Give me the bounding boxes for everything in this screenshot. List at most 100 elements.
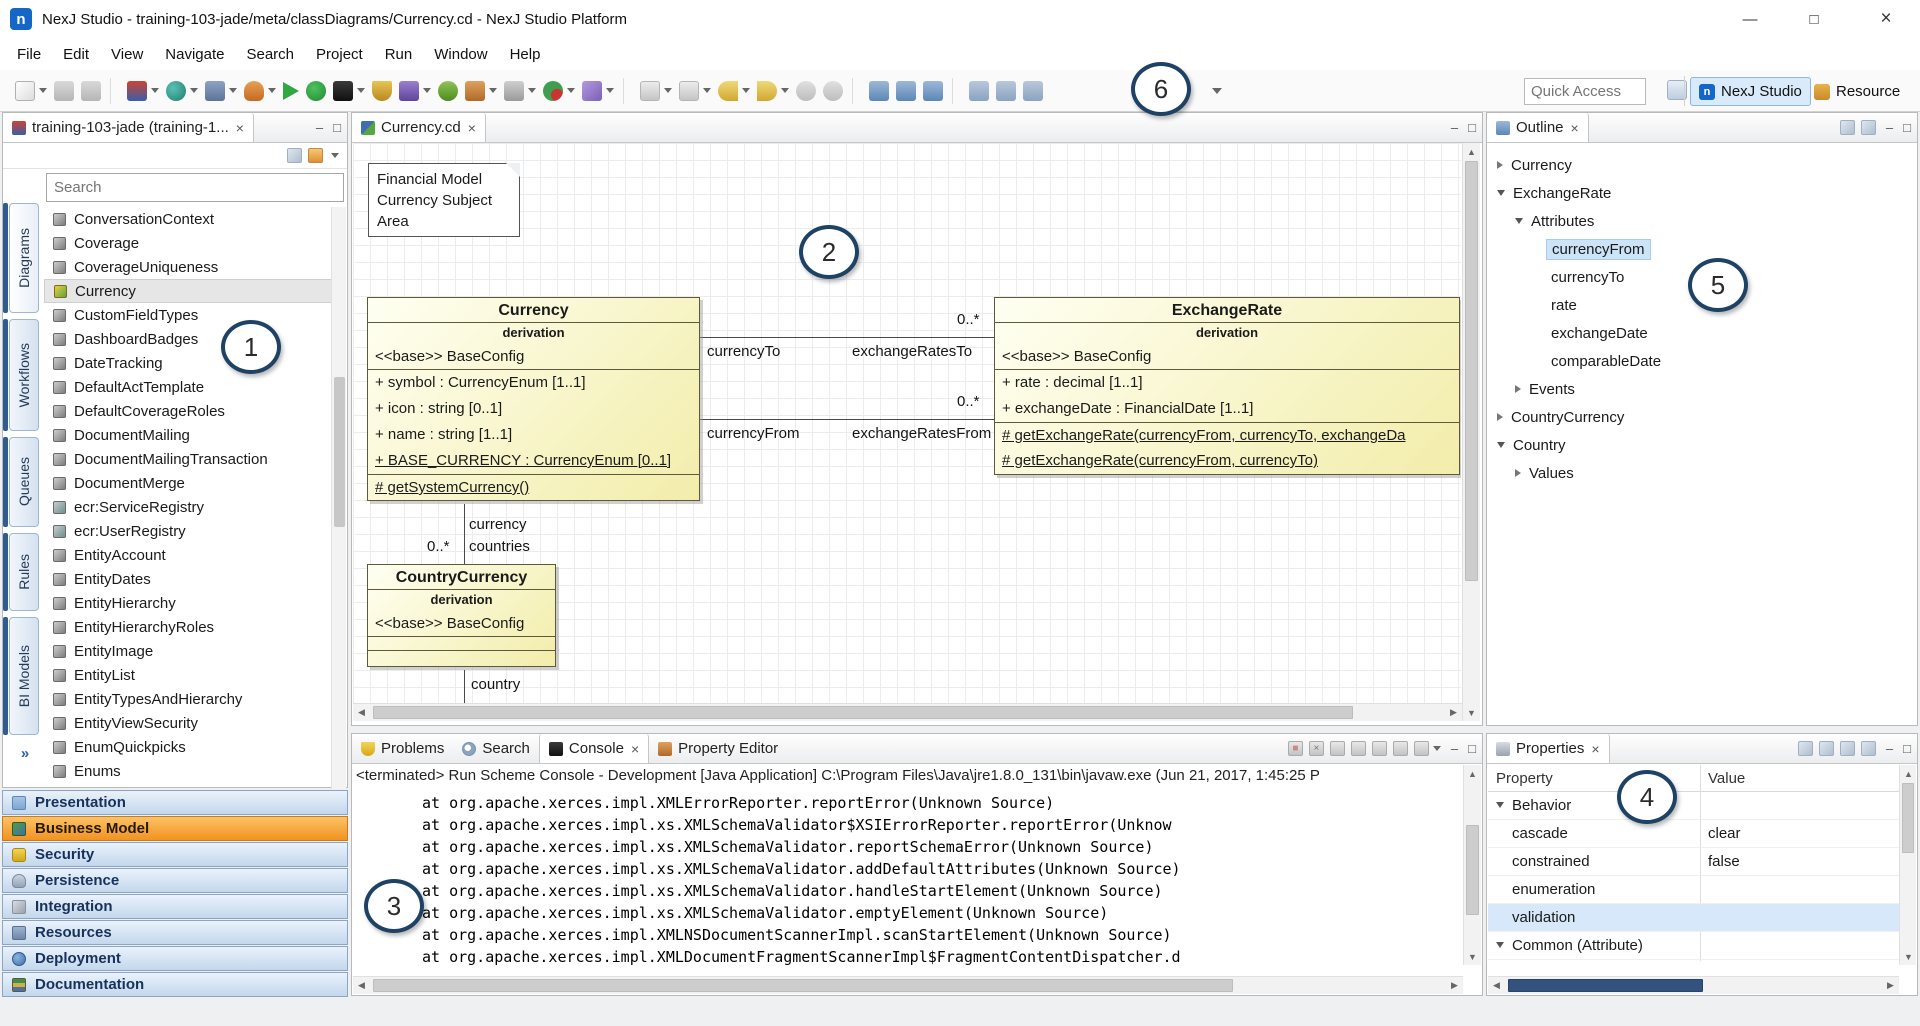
package-icon[interactable] [465, 81, 485, 101]
scroll-right-icon[interactable]: ▶ [1445, 704, 1462, 721]
properties-horizontal-scrollbar[interactable]: ◀ ▶ [1488, 976, 1899, 994]
editor-hscroll-thumb[interactable] [373, 706, 1353, 719]
menu-project[interactable]: Project [305, 46, 374, 63]
back-arrow-icon[interactable] [718, 81, 738, 101]
association-line-countries[interactable] [464, 504, 465, 564]
model-flag-dropdown-icon[interactable] [423, 88, 431, 93]
association-line-currency-to[interactable] [699, 337, 994, 338]
list-item[interactable]: EnumQuickpicks [44, 735, 332, 759]
shield-icon[interactable] [372, 81, 392, 101]
list-item-currency-selected[interactable]: Currency [44, 279, 332, 303]
section-persistence[interactable]: Persistence [2, 868, 348, 893]
close-tab-icon[interactable]: × [468, 120, 476, 136]
console-vertical-scrollbar[interactable]: ▲ ▼ [1463, 765, 1481, 965]
tree-node-country[interactable]: Country [1493, 431, 1897, 459]
section-business-model[interactable]: Business Model [2, 816, 348, 841]
table-tool-dropdown-icon[interactable] [703, 88, 711, 93]
redo-icon[interactable] [823, 81, 843, 101]
new-wizard-icon[interactable] [15, 81, 35, 101]
form-tool-icon[interactable] [640, 81, 660, 101]
association-line-currency-from[interactable] [699, 419, 994, 420]
tree-node-exchange-rate[interactable]: ExchangeRate [1493, 179, 1897, 207]
server-config-icon[interactable] [205, 81, 225, 101]
close-tab-icon[interactable]: × [1571, 120, 1579, 136]
editor-horizontal-scrollbar[interactable]: ◀ ▶ [353, 703, 1462, 721]
scroll-up-icon[interactable]: ▲ [1900, 765, 1917, 782]
menu-help[interactable]: Help [499, 46, 552, 63]
property-row-enumeration[interactable]: enumeration [1488, 876, 1899, 904]
tab-problems[interactable]: Problems [352, 734, 453, 763]
scroll-lock-icon[interactable] [1351, 741, 1366, 756]
property-value[interactable]: clear [1700, 825, 1899, 842]
minimize-view-icon[interactable]: – [1451, 741, 1458, 756]
menu-run[interactable]: Run [374, 46, 424, 63]
terminate-icon[interactable]: ■ [1288, 741, 1303, 756]
list-scrollbar[interactable] [331, 207, 346, 789]
uml-class-currency[interactable]: Currency derivation <<base>> BaseConfig … [367, 297, 700, 501]
list-item[interactable]: ecr:ServiceRegistry [44, 495, 332, 519]
sidebar-tab-diagrams[interactable]: Diagrams [9, 203, 39, 313]
section-presentation[interactable]: Presentation [2, 790, 348, 815]
user-tool-dropdown-icon[interactable] [268, 88, 276, 93]
sidebar-tab-workflows[interactable]: Workflows [9, 319, 39, 431]
section-documentation[interactable]: Documentation [2, 972, 348, 997]
list-scrollbar-thumb[interactable] [334, 377, 345, 527]
property-value[interactable]: false [1700, 853, 1899, 870]
list-item[interactable]: Enums [44, 759, 332, 783]
hand-tool-dropdown-icon[interactable] [528, 88, 536, 93]
sort-outline-icon[interactable] [1840, 120, 1855, 135]
show-categories-icon[interactable] [1798, 741, 1813, 756]
maximize-view-icon[interactable]: □ [1903, 741, 1911, 756]
hand-tool-icon[interactable] [504, 81, 524, 101]
list-item[interactable]: ecr:UserRegistry [44, 519, 332, 543]
bug-icon[interactable] [438, 81, 458, 101]
close-tab-icon[interactable]: × [631, 741, 639, 757]
grid-tool-icon[interactable] [969, 81, 989, 101]
tab-property-editor[interactable]: Property Editor [649, 734, 787, 763]
console-tool-dropdown-icon[interactable] [357, 88, 365, 93]
scroll-up-icon[interactable]: ▲ [1463, 143, 1480, 160]
list-item[interactable]: Coverage [44, 231, 332, 255]
scroll-down-icon[interactable]: ▼ [1900, 948, 1917, 965]
maximize-view-icon[interactable]: □ [1903, 120, 1911, 135]
list-item[interactable]: DefaultCoverageRoles [44, 399, 332, 423]
tab-outline[interactable]: Outline × [1487, 113, 1589, 142]
sidebar-tab-rules[interactable]: Rules [9, 533, 39, 611]
property-row-constrained[interactable]: constrained false [1488, 848, 1899, 876]
server-config-dropdown-icon[interactable] [229, 88, 237, 93]
run-icon[interactable] [283, 82, 299, 100]
properties-vscroll-thumb[interactable] [1902, 783, 1914, 853]
tree-node-values[interactable]: Values [1493, 459, 1897, 487]
console-output[interactable]: at org.apache.xerces.impl.XMLErrorReport… [356, 792, 1460, 965]
minimize-view-icon[interactable]: – [316, 120, 323, 135]
sidebar-overflow-chevron[interactable]: » [11, 745, 39, 769]
menu-search[interactable]: Search [235, 46, 305, 63]
validate-ok-icon[interactable] [306, 81, 326, 101]
tab-currency-cd[interactable]: Currency.cd × [352, 113, 486, 142]
tree-node-events[interactable]: Events [1493, 375, 1897, 403]
package-dropdown-icon[interactable] [489, 88, 497, 93]
minimize-view-icon[interactable]: – [1886, 120, 1893, 135]
tab-console[interactable]: Console × [539, 734, 649, 763]
restore-default-icon[interactable] [1840, 741, 1855, 756]
menu-navigate[interactable]: Navigate [154, 46, 235, 63]
model-flag-icon[interactable] [399, 81, 419, 101]
tab-search[interactable]: Search [453, 734, 539, 763]
collapsed-arrow-icon[interactable] [1497, 161, 1503, 169]
expanded-arrow-icon[interactable] [1497, 442, 1505, 452]
maximize-view-icon[interactable]: □ [333, 120, 341, 135]
menu-window[interactable]: Window [423, 46, 498, 63]
section-deployment[interactable]: Deployment [2, 946, 348, 971]
section-integration[interactable]: Integration [2, 894, 348, 919]
editor-vertical-scrollbar[interactable]: ▲ ▼ [1462, 143, 1480, 721]
minimize-view-icon[interactable]: – [1886, 741, 1893, 756]
collapsed-arrow-icon[interactable] [1515, 385, 1521, 393]
list-item[interactable]: CoverageUniqueness [44, 255, 332, 279]
user-tool-icon[interactable] [244, 81, 264, 101]
console-tool-icon[interactable] [333, 81, 353, 101]
clear-console-icon[interactable]: × [1309, 741, 1324, 756]
sidebar-tab-queues[interactable]: Queues [9, 437, 39, 527]
section-resources[interactable]: Resources [2, 920, 348, 945]
property-row-cascade[interactable]: cascade clear [1488, 820, 1899, 848]
list-item[interactable]: DefaultActTemplate [44, 375, 332, 399]
